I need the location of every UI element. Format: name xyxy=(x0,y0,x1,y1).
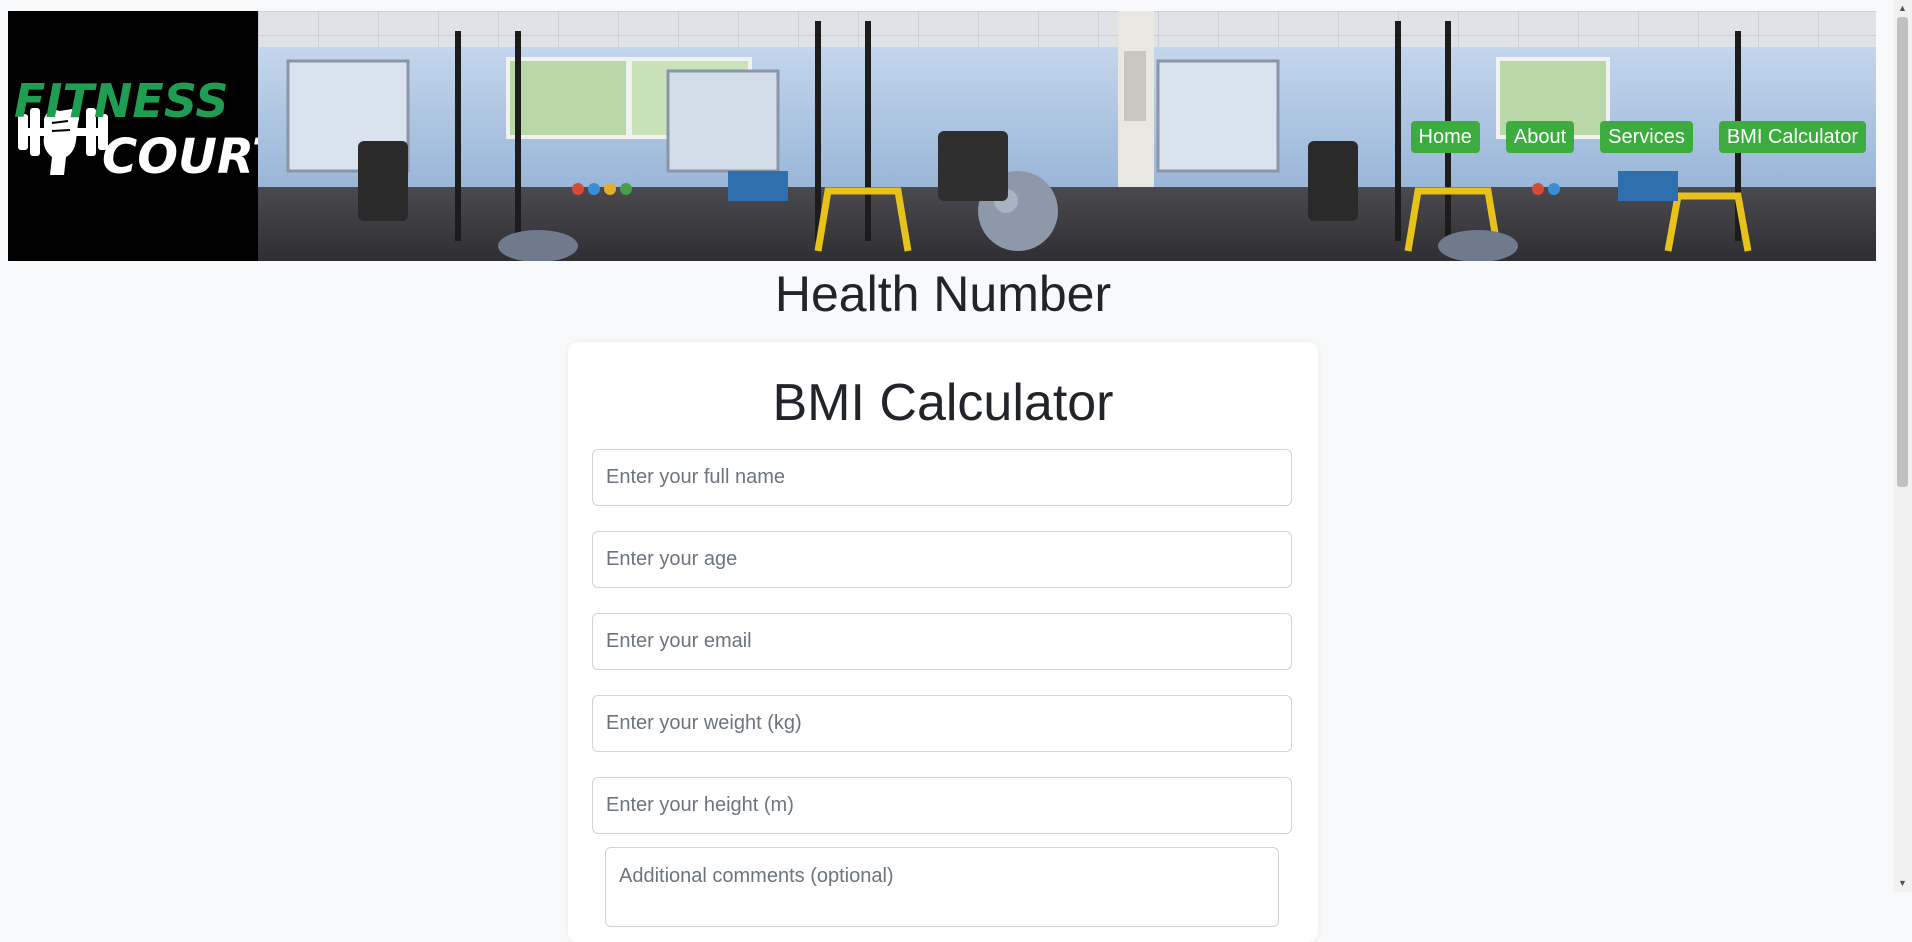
nav-services-link[interactable]: Services xyxy=(1600,121,1693,153)
comments-textarea[interactable] xyxy=(605,847,1279,927)
scroll-up-arrow-icon[interactable]: ▲ xyxy=(1893,0,1912,17)
form-title: BMI Calculator xyxy=(772,374,1114,432)
main-nav: Home About Services BMI Calculator xyxy=(1410,121,1866,153)
email-input[interactable] xyxy=(592,613,1292,670)
nav-about-link[interactable]: About xyxy=(1505,121,1575,153)
logo-text-court: COURT xyxy=(102,129,258,185)
full-name-input[interactable] xyxy=(592,449,1292,506)
page-title: Health Number xyxy=(774,266,1112,322)
nav-home-link[interactable]: Home xyxy=(1410,121,1480,153)
scrollbar-thumb[interactable] xyxy=(1897,17,1908,487)
bmi-form-card: BMI Calculator xyxy=(568,342,1318,942)
page-scrollbar[interactable]: ▲ ▼ xyxy=(1893,0,1912,892)
site-header: FITNESS COURT xyxy=(8,11,1876,261)
logo-text-fitness: FITNESS xyxy=(14,74,228,128)
scroll-down-arrow-icon[interactable]: ▼ xyxy=(1893,875,1912,892)
nav-bmi-calculator-link[interactable]: BMI Calculator xyxy=(1718,121,1866,153)
weight-input[interactable] xyxy=(592,695,1292,752)
site-logo[interactable]: FITNESS COURT xyxy=(8,11,258,261)
age-input[interactable] xyxy=(592,531,1292,588)
dumbbell-fist-logo-icon: FITNESS COURT xyxy=(14,74,258,185)
height-input[interactable] xyxy=(592,777,1292,834)
